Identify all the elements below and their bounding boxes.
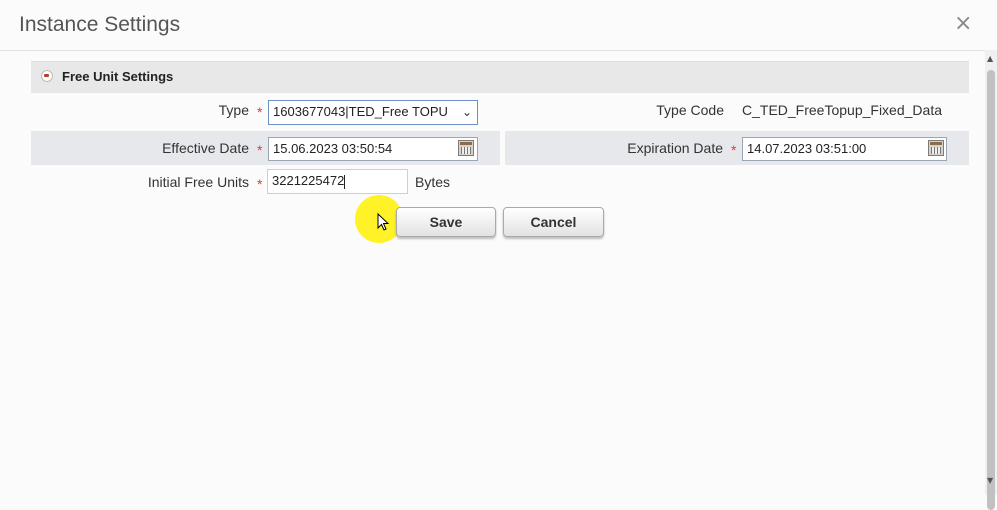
- scroll-thumb[interactable]: [987, 70, 995, 510]
- type-select-value: 1603677043|TED_Free TOPU: [273, 104, 448, 119]
- initial-free-units-label: Initial Free Units: [147, 174, 249, 190]
- chevron-down-icon: ⌄: [461, 105, 472, 119]
- calendar-icon[interactable]: [928, 140, 944, 156]
- expiration-date-input[interactable]: 14.07.2023 03:51:00: [742, 137, 947, 161]
- collapse-icon[interactable]: [41, 70, 53, 82]
- dialog-title-bar: Instance Settings ×: [0, 0, 985, 51]
- close-icon[interactable]: ×: [954, 11, 972, 36]
- effective-date-input[interactable]: 15.06.2023 03:50:54: [268, 137, 478, 161]
- effective-date-value: 15.06.2023 03:50:54: [273, 141, 393, 156]
- bytes-unit-label: Bytes: [415, 174, 451, 190]
- effective-date-required-mark: *: [257, 142, 263, 158]
- initial-free-units-required-mark: *: [257, 176, 263, 192]
- type-label: Type: [218, 102, 249, 118]
- type-required-mark: *: [257, 104, 263, 120]
- type-select[interactable]: 1603677043|TED_Free TOPU ⌄: [268, 100, 478, 125]
- expiration-date-required-mark: *: [731, 142, 737, 158]
- instance-settings-dialog: Instance Settings × Free Unit Settings T…: [0, 0, 985, 495]
- section-title: Free Unit Settings: [62, 69, 174, 84]
- calendar-icon[interactable]: [458, 140, 474, 156]
- type-code-value: C_TED_FreeTopup_Fixed_Data: [742, 102, 942, 118]
- vertical-scrollbar[interactable]: ▲ ▼: [985, 50, 997, 510]
- text-caret: [344, 174, 346, 189]
- save-button[interactable]: Save: [396, 207, 496, 237]
- initial-free-units-input[interactable]: 3221225472: [267, 169, 408, 194]
- scroll-up-icon[interactable]: ▲: [987, 54, 993, 63]
- free-unit-settings-header[interactable]: Free Unit Settings: [31, 61, 969, 93]
- cancel-button[interactable]: Cancel: [503, 207, 604, 237]
- effective-date-label: Effective Date: [162, 140, 249, 156]
- expiration-date-label: Expiration Date: [627, 140, 723, 156]
- mouse-pointer-icon: [377, 213, 390, 231]
- scroll-down-icon[interactable]: ▼: [987, 476, 993, 485]
- initial-free-units-value: 3221225472: [272, 173, 345, 188]
- expiration-date-value: 14.07.2023 03:51:00: [747, 141, 867, 156]
- type-code-label: Type Code: [656, 102, 724, 118]
- dialog-title: Instance Settings: [19, 13, 181, 36]
